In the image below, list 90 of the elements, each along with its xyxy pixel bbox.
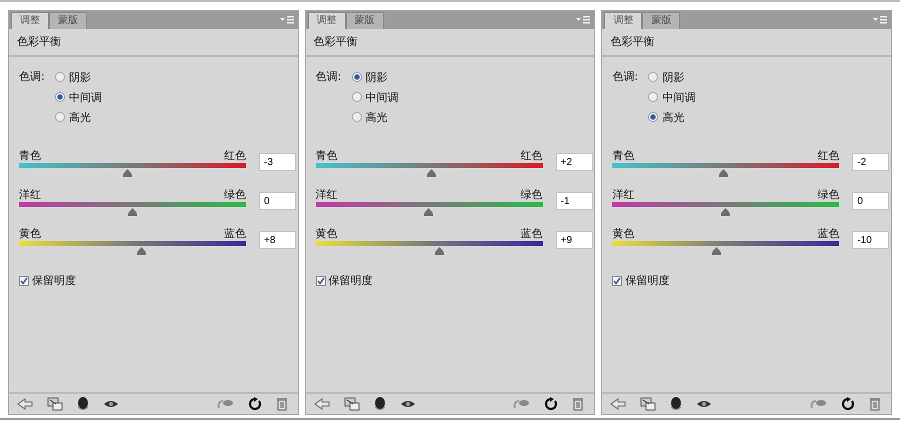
slider-label: 绿色 bbox=[817, 188, 840, 202]
slider-label: 绿色 bbox=[224, 188, 246, 202]
panel-tab[interactable]: 调整 bbox=[11, 12, 49, 29]
checkbox-label[interactable]: 保留明度 bbox=[625, 273, 670, 288]
radio-button[interactable] bbox=[352, 72, 362, 82]
slider-label: 红色 bbox=[224, 149, 246, 163]
radio-button[interactable] bbox=[648, 92, 658, 102]
reset-icon[interactable] bbox=[248, 397, 262, 411]
radio-label[interactable]: 阴影 bbox=[69, 70, 91, 84]
slider-label: 青色 bbox=[612, 149, 634, 163]
checkbox[interactable] bbox=[19, 276, 29, 286]
tone-label: 色调: bbox=[612, 69, 640, 85]
panel-tab[interactable]: 蒙版 bbox=[49, 12, 87, 29]
slider-label: 黄色 bbox=[19, 227, 41, 241]
slider-label: 洋红 bbox=[612, 188, 634, 202]
slider-label: 洋红 bbox=[19, 188, 41, 202]
value-field[interactable]: -2 bbox=[852, 153, 890, 171]
slider-thumb[interactable] bbox=[719, 169, 728, 177]
eye-icon[interactable] bbox=[400, 399, 416, 409]
circle-icon[interactable] bbox=[77, 396, 89, 412]
slider-thumb[interactable] bbox=[137, 247, 146, 255]
slider-thumb[interactable] bbox=[712, 247, 722, 255]
circle-icon[interactable] bbox=[374, 396, 386, 412]
circle-icon[interactable] bbox=[670, 396, 682, 412]
value-field[interactable]: +8 bbox=[259, 231, 296, 249]
reset-icon[interactable] bbox=[841, 397, 856, 411]
panel-title: 色彩平衡 bbox=[602, 29, 892, 57]
value-field[interactable]: +2 bbox=[556, 153, 593, 171]
slider-label: 黄色 bbox=[316, 227, 338, 241]
radio-label[interactable]: 中间调 bbox=[662, 90, 696, 104]
slider-label: 黄色 bbox=[612, 227, 634, 241]
radio-label[interactable]: 高光 bbox=[366, 110, 388, 124]
reset-icon[interactable] bbox=[544, 397, 558, 411]
layer-clip-icon[interactable] bbox=[344, 397, 360, 411]
slider-thumb[interactable] bbox=[123, 169, 132, 177]
slider-label: 蓝色 bbox=[817, 227, 840, 241]
panel-tab[interactable]: 调整 bbox=[308, 12, 346, 29]
radio-label[interactable]: 高光 bbox=[662, 110, 684, 124]
slider-label: 红色 bbox=[817, 149, 840, 163]
trash-icon[interactable] bbox=[276, 397, 288, 411]
radio-label[interactable]: 高光 bbox=[69, 110, 91, 124]
value-field[interactable]: 0 bbox=[852, 192, 890, 210]
slider-label: 洋红 bbox=[316, 188, 338, 202]
radio-button[interactable] bbox=[55, 112, 65, 122]
slider-label: 绿色 bbox=[520, 188, 543, 202]
layer-clip-icon[interactable] bbox=[47, 397, 63, 411]
eye-icon[interactable] bbox=[103, 399, 119, 409]
value-field[interactable]: +9 bbox=[556, 231, 593, 249]
slider-thumb[interactable] bbox=[128, 208, 137, 216]
back-arrow-icon[interactable] bbox=[610, 398, 626, 410]
radio-label[interactable]: 中间调 bbox=[69, 90, 102, 104]
slider-label: 青色 bbox=[316, 149, 338, 163]
slider-label: 蓝色 bbox=[224, 227, 246, 241]
radio-label[interactable]: 阴影 bbox=[366, 70, 388, 84]
radio-label[interactable]: 中间调 bbox=[366, 90, 399, 104]
slider-thumb[interactable] bbox=[721, 208, 730, 216]
panel-tab[interactable]: 蒙版 bbox=[346, 12, 384, 29]
layer-clip-icon[interactable] bbox=[640, 397, 656, 411]
tone-label: 色调: bbox=[316, 69, 342, 85]
slider-thumb[interactable] bbox=[434, 247, 444, 255]
tone-label: 色调: bbox=[19, 69, 46, 85]
value-field[interactable]: -10 bbox=[852, 231, 890, 249]
checkbox[interactable] bbox=[612, 276, 622, 286]
slider-thumb[interactable] bbox=[424, 208, 433, 216]
slider-thumb[interactable] bbox=[426, 169, 436, 177]
trash-icon[interactable] bbox=[869, 397, 882, 411]
back-arrow-icon[interactable] bbox=[314, 398, 330, 410]
radio-button[interactable] bbox=[55, 72, 65, 82]
panel-tab[interactable]: 蒙版 bbox=[642, 12, 680, 29]
panel-title: 色彩平衡 bbox=[306, 29, 594, 57]
checkbox[interactable] bbox=[316, 276, 326, 286]
slider-label: 蓝色 bbox=[520, 227, 543, 241]
radio-button[interactable] bbox=[352, 92, 362, 102]
value-field[interactable]: 0 bbox=[259, 192, 296, 210]
panel-tab[interactable]: 调整 bbox=[604, 12, 642, 29]
value-field[interactable]: -1 bbox=[556, 192, 593, 210]
panel-title: 色彩平衡 bbox=[9, 29, 298, 57]
eye-icon[interactable] bbox=[696, 399, 712, 409]
radio-button[interactable] bbox=[648, 72, 658, 82]
radio-button[interactable] bbox=[352, 112, 362, 122]
value-field[interactable]: -3 bbox=[259, 153, 296, 171]
checkbox-label[interactable]: 保留明度 bbox=[328, 273, 373, 288]
radio-button[interactable] bbox=[648, 112, 658, 122]
radio-button[interactable] bbox=[55, 92, 65, 102]
trash-icon[interactable] bbox=[572, 397, 584, 411]
radio-label[interactable]: 阴影 bbox=[662, 70, 684, 84]
slider-label: 青色 bbox=[19, 149, 41, 163]
back-arrow-icon[interactable] bbox=[17, 398, 33, 410]
slider-label: 红色 bbox=[520, 149, 543, 163]
checkbox-label[interactable]: 保留明度 bbox=[32, 273, 76, 288]
